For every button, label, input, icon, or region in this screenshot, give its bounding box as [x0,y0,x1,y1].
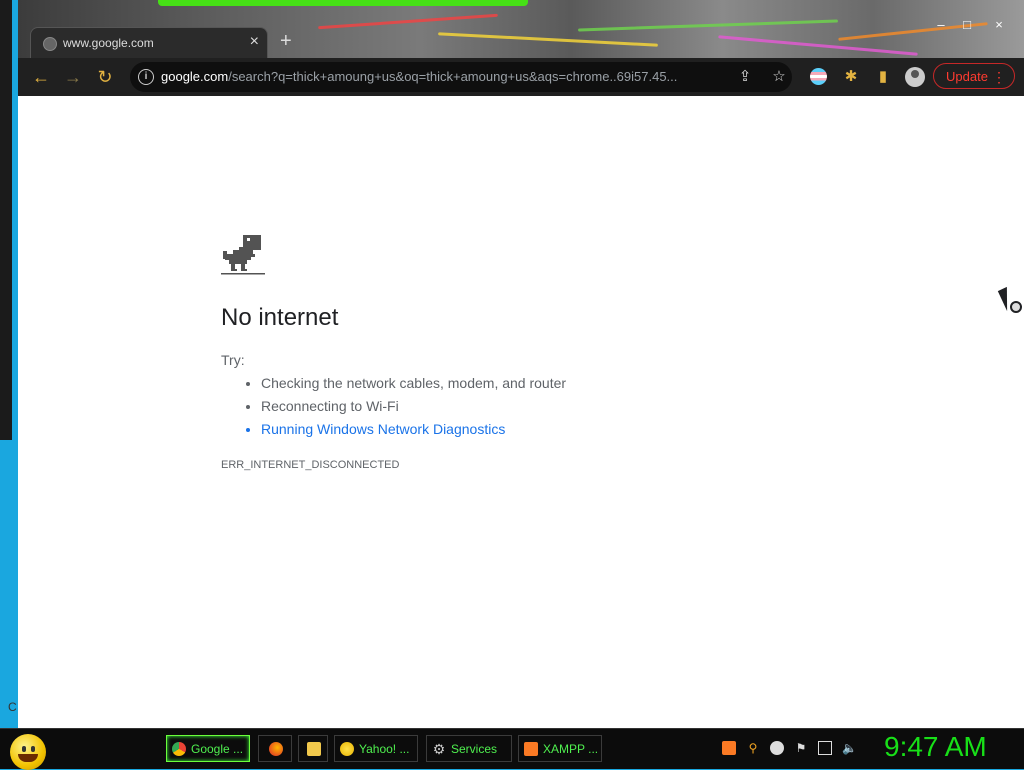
maximize-button[interactable]: □ [956,16,978,34]
tab-google[interactable]: www.google.com × [30,27,268,58]
share-icon[interactable]: ⇪ [736,68,754,86]
close-window-button[interactable]: × [988,16,1010,34]
desktop-dark-window-edge [0,0,12,440]
task-label: Google ... [191,742,244,756]
suggestion-item: Checking the network cables, modem, and … [261,372,566,395]
task-label: XAMPP ... [543,742,599,756]
yahoo-icon [340,742,354,756]
desktop-edge-text: C [8,700,17,714]
tray-search-icon[interactable]: ⚲ [746,741,760,755]
title-bar[interactable]: www.google.com × + – □ × [18,0,1024,58]
network-diagnostics-link[interactable]: Running Windows Network Diagnostics [261,418,566,441]
extensions-puzzle-icon[interactable]: ✱ [840,66,862,88]
page-content: No internet Try: Checking the network ca… [18,96,1024,728]
task-chrome[interactable]: Google ... [166,735,250,762]
smiley-mouth [18,754,38,762]
address-bar[interactable]: i google.com/search?q=thick+amoung+us&oq… [130,62,792,92]
task-label: Yahoo! ... [359,742,410,756]
menu-dots-icon[interactable]: ⋮ [992,64,1006,90]
back-button[interactable]: ← [29,65,53,89]
browser-toolbar: ← → ↻ i google.com/search?q=thick+amoung… [18,58,1024,96]
tray-flag-icon[interactable]: ⚑ [794,741,808,755]
theme-decoration [318,13,498,30]
error-code: ERR_INTERNET_DISCONNECTED [221,459,400,471]
tray-status-icon[interactable] [770,741,784,755]
account-avatar-icon[interactable] [905,67,925,87]
task-label: Services [451,742,498,756]
browser-window: www.google.com × + – □ × ← → ↻ i google.… [18,0,1024,728]
dinosaur-icon[interactable] [221,233,265,277]
gear-icon: ⚙ [432,741,446,757]
theme-decoration [438,32,658,47]
profile-flag-icon[interactable] [810,68,827,85]
taskbar: Google ... Yahoo! ... ⚙ Services XAMPP .… [0,728,1024,770]
new-tab-button[interactable]: + [280,30,292,53]
task-yahoo[interactable]: Yahoo! ... [334,735,418,762]
page-heading: No internet [221,304,339,331]
desktop-left-strip: C [0,0,18,730]
tab-close-icon[interactable]: × [250,33,259,51]
firefox-icon [269,742,283,756]
info-icon[interactable]: i [138,69,154,85]
smiley-eye [22,746,26,752]
start-button-smiley-icon[interactable] [10,734,46,770]
task-folder[interactable] [298,735,328,762]
tray-network-icon[interactable] [818,741,832,755]
suggestions-list: Checking the network cables, modem, and … [221,372,566,441]
tray-xampp-icon[interactable] [722,741,736,755]
tray-volume-icon[interactable]: 🔈 [842,741,857,755]
theme-decoration [718,35,918,56]
folder-icon [307,742,321,756]
smiley-eye [31,746,35,752]
tab-title: www.google.com [63,36,154,50]
clock[interactable]: 9:47 AM [884,731,987,763]
address-text[interactable]: google.com/search?q=thick+amoung+us&oq=t… [161,69,677,84]
xampp-icon [524,742,538,756]
title-bar-glow [158,0,528,6]
side-panel-icon[interactable]: ▮ [872,66,894,88]
suggestion-item: Reconnecting to Wi-Fi [261,395,566,418]
try-label: Try: [221,352,245,368]
minimize-button[interactable]: – [930,16,952,34]
theme-decoration [578,19,838,32]
chrome-icon [172,742,186,756]
reload-button[interactable]: ↻ [93,65,117,89]
cursor-eye-icon [1010,301,1022,313]
task-xampp[interactable]: XAMPP ... [518,735,602,762]
bookmark-star-icon[interactable]: ☆ [770,68,788,86]
forward-button[interactable]: → [61,65,85,89]
update-button[interactable]: Update ⋮ [933,63,1015,89]
task-firefox[interactable] [258,735,292,762]
task-services[interactable]: ⚙ Services [426,735,512,762]
update-label: Update [946,69,988,84]
globe-icon [43,37,57,51]
